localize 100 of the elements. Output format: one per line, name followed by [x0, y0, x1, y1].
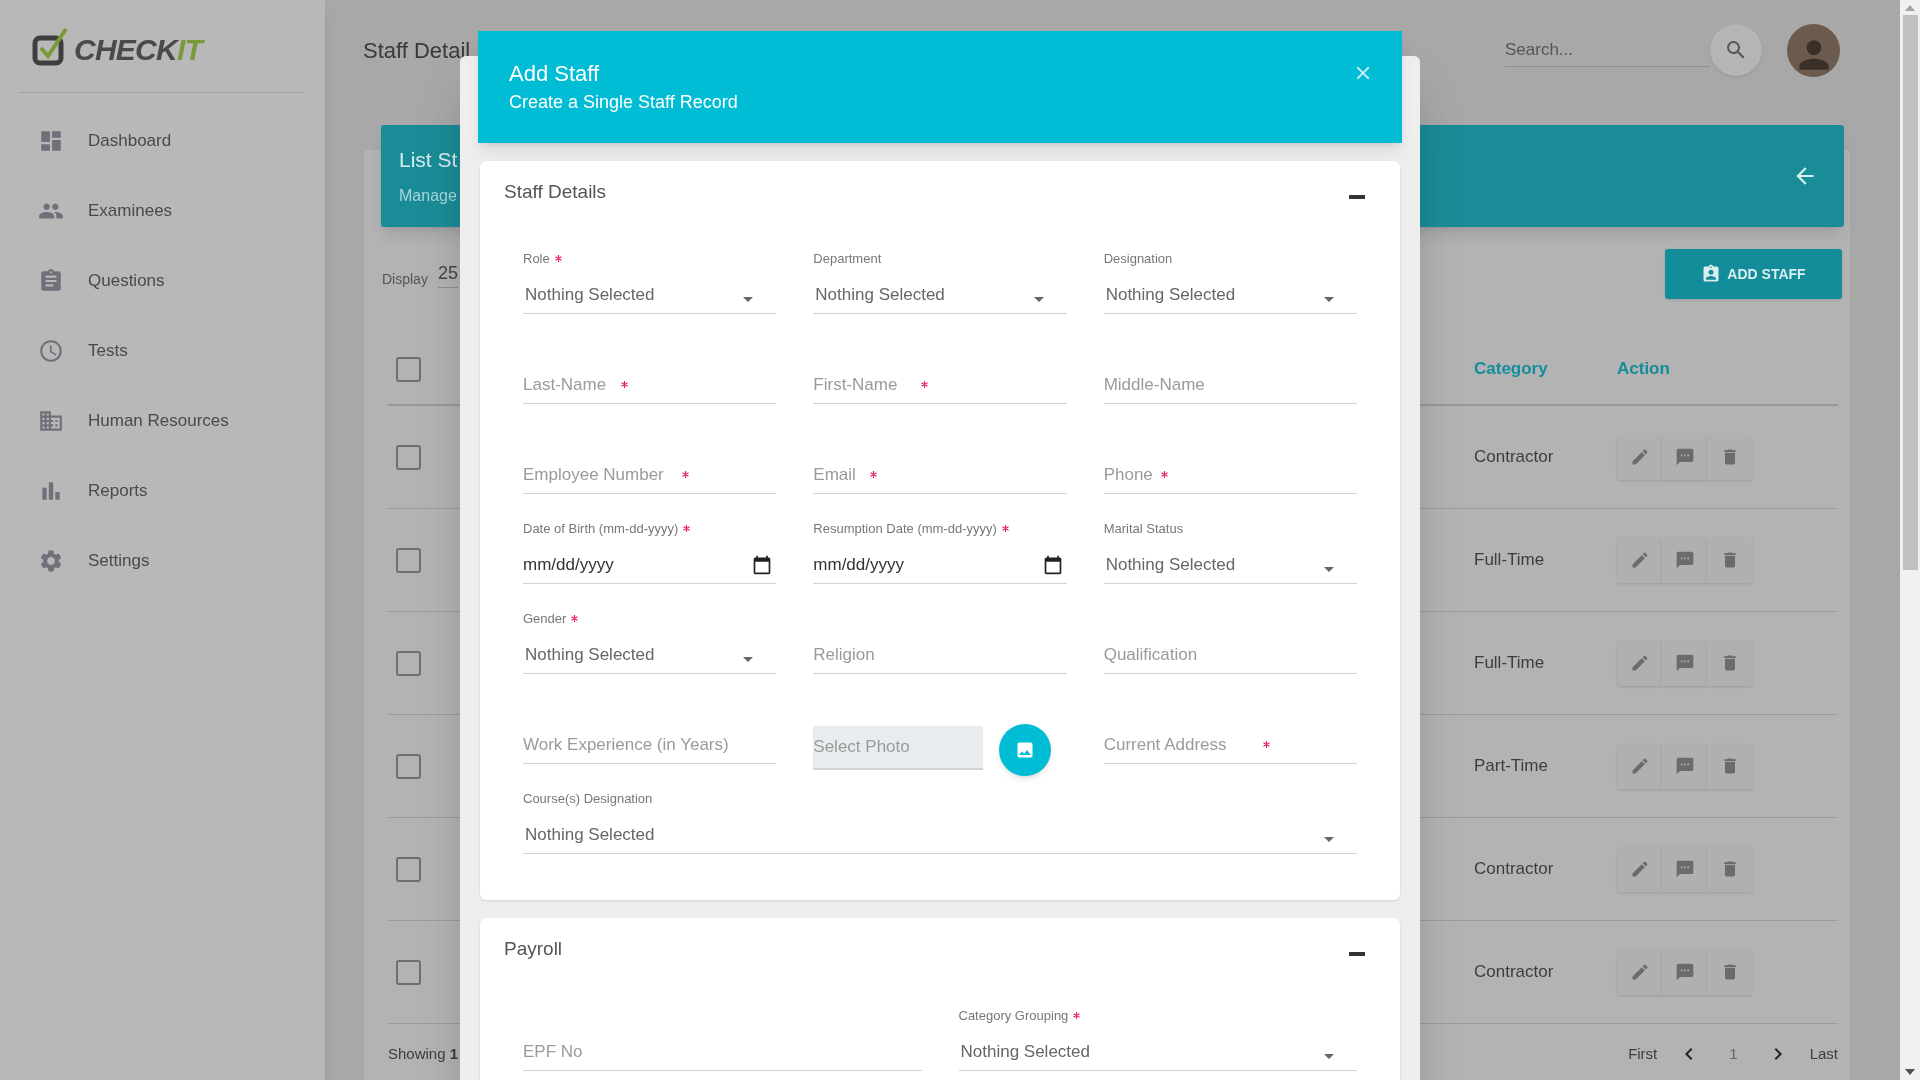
delete-button[interactable] — [1707, 537, 1752, 583]
field-label: Marital Status — [1103, 519, 1184, 538]
display-select[interactable]: 25 — [437, 260, 458, 288]
sidebar-item[interactable]: Dashboard — [0, 106, 325, 176]
date-field[interactable]: mm/dd/yyyy — [523, 546, 777, 584]
chat-icon — [1674, 859, 1695, 879]
input-field[interactable]: Religion — [813, 641, 1067, 668]
calendar-icon — [752, 554, 773, 575]
chat-icon — [1674, 962, 1695, 982]
field-label: Resumption Date (mm-dd-yyyy) — [813, 519, 997, 538]
checkbox[interactable] — [396, 959, 421, 985]
scroll-down-icon[interactable] — [1905, 1069, 1915, 1075]
delete-button[interactable] — [1707, 846, 1752, 892]
message-button[interactable] — [1662, 846, 1707, 892]
logo-text: CHECKIT — [74, 31, 203, 68]
section-title: Staff Details — [504, 180, 608, 205]
input-field[interactable]: Current Address — [1103, 731, 1257, 758]
select-field[interactable]: Nothing Selected — [1103, 276, 1357, 314]
sidebar-item[interactable]: Human Resources — [0, 386, 325, 456]
photo-field[interactable]: Select Photo — [813, 726, 984, 770]
date-field[interactable]: mm/dd/yyyy — [813, 546, 1067, 584]
message-button[interactable] — [1662, 949, 1707, 995]
table-cell-text: Contractor — [1474, 961, 1555, 984]
caret-icon — [743, 657, 754, 662]
message-button[interactable] — [1662, 537, 1707, 583]
column-header: Action — [1617, 358, 1671, 381]
checkbox[interactable] — [396, 356, 421, 382]
caret-icon — [1033, 297, 1044, 302]
field-label: Department — [813, 249, 882, 268]
first-page-link[interactable]: First — [1628, 1042, 1658, 1066]
list-title: List St — [399, 147, 458, 174]
section-title: Payroll — [504, 937, 564, 962]
field-label: Designation — [1103, 249, 1173, 268]
delete-button[interactable] — [1707, 640, 1752, 686]
last-page-link[interactable]: Last — [1809, 1042, 1838, 1066]
sidebar-item[interactable]: Settings — [0, 526, 325, 596]
id-card-icon — [1701, 264, 1722, 284]
caret-icon — [1324, 1054, 1334, 1059]
page-link[interactable]: 1 — [1729, 1042, 1738, 1066]
edit-button[interactable] — [1617, 846, 1662, 892]
list-subtitle: Manage — [399, 185, 458, 206]
clipboard-icon — [38, 268, 64, 294]
input-field[interactable]: Email — [813, 461, 865, 488]
input-field[interactable]: EPF No — [523, 1038, 922, 1065]
edit-button[interactable] — [1617, 434, 1662, 480]
chat-icon — [1674, 756, 1695, 776]
display-label: Display — [382, 269, 428, 289]
checkbox[interactable] — [396, 547, 421, 573]
message-button[interactable] — [1662, 640, 1707, 686]
add-staff-button[interactable]: ADD STAFF — [1665, 249, 1842, 299]
sidebar-item[interactable]: Tests — [0, 316, 325, 386]
field-label: Date of Birth (mm-dd-yyyy) — [523, 519, 679, 538]
settings-icon — [38, 548, 64, 574]
input-field[interactable]: Middle-Name — [1103, 371, 1357, 398]
input-field[interactable]: Qualification — [1103, 641, 1357, 668]
table-cell-text: Contractor — [1474, 858, 1555, 881]
chat-icon — [1674, 447, 1695, 467]
delete-button[interactable] — [1707, 743, 1752, 789]
input-field[interactable]: First-Name — [813, 371, 916, 398]
sidebar-item[interactable]: Questions — [0, 246, 325, 316]
select-field[interactable]: Nothing Selected — [813, 276, 1067, 314]
table-cell-text: Contractor — [1474, 446, 1555, 469]
checkbox[interactable] — [396, 856, 421, 882]
sidebar-item[interactable]: Reports — [0, 456, 325, 526]
modal-subtitle: Create a Single Staff Record — [509, 93, 739, 111]
search-field[interactable]: Search... — [1505, 33, 1710, 67]
showing-text: Showing 1 — [388, 1043, 459, 1064]
scrollbar-thumb[interactable] — [1902, 15, 1918, 570]
select-field[interactable]: Nothing Selected — [523, 276, 777, 314]
edit-button[interactable] — [1617, 949, 1662, 995]
caret-icon — [1324, 837, 1334, 842]
select-field[interactable]: Nothing Selected — [523, 636, 777, 674]
edit-button[interactable] — [1617, 537, 1662, 583]
input-field[interactable]: Work Experience (in Years) — [523, 731, 777, 758]
photo-button[interactable] — [999, 724, 1052, 776]
table-cell-text: Part-Time — [1474, 755, 1549, 778]
checkbox[interactable] — [396, 444, 421, 470]
table-cell-text: Full-Time — [1474, 549, 1546, 572]
delete-button[interactable] — [1707, 434, 1752, 480]
message-button[interactable] — [1662, 743, 1707, 789]
avatar[interactable] — [1787, 23, 1840, 77]
input-field[interactable]: Phone — [1103, 461, 1155, 488]
image-icon — [1015, 740, 1036, 760]
edit-button[interactable] — [1617, 640, 1662, 686]
sidebar-item[interactable]: Examinees — [0, 176, 325, 246]
checkbox[interactable] — [396, 753, 421, 779]
select-field[interactable]: Nothing Selected — [523, 816, 1357, 854]
edit-button[interactable] — [1617, 743, 1662, 789]
input-field[interactable]: Employee Number — [523, 461, 676, 488]
select-field[interactable]: Nothing Selected — [1103, 546, 1357, 584]
input-field[interactable]: Last-Name — [523, 371, 615, 398]
delete-button[interactable] — [1707, 949, 1752, 995]
select-field[interactable]: Nothing Selected — [958, 1033, 1357, 1071]
search-button[interactable] — [1710, 24, 1762, 76]
scrollbar[interactable] — [1900, 0, 1920, 1080]
scroll-up-icon[interactable] — [1905, 5, 1915, 11]
field-label: Role — [523, 249, 550, 268]
table-cell-text: Full-Time — [1474, 652, 1546, 675]
checkbox[interactable] — [396, 650, 421, 676]
message-button[interactable] — [1662, 434, 1707, 480]
